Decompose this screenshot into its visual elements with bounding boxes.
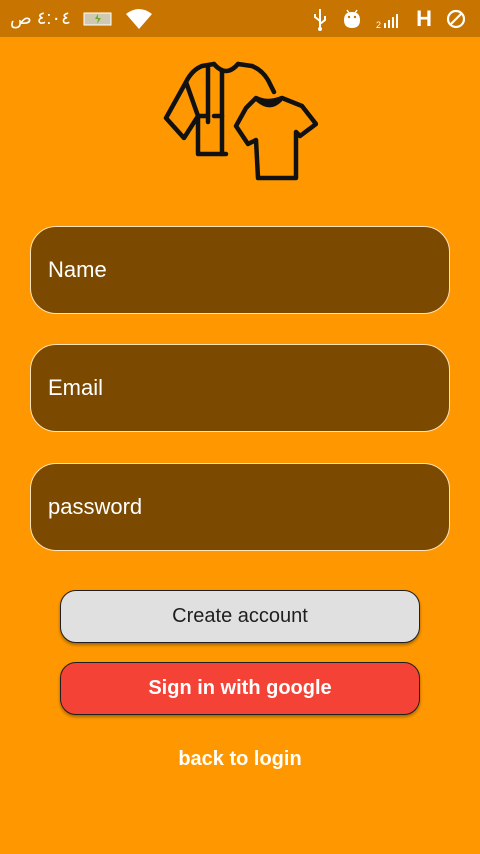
email-field[interactable]	[30, 344, 450, 432]
status-right: 2 H	[312, 0, 466, 37]
status-bar: ٤:٠٤ ص 2 H	[0, 0, 480, 37]
signal-label: 2	[376, 20, 381, 29]
network-type: H	[416, 5, 432, 31]
name-input[interactable]	[31, 227, 449, 313]
signal-icon: 2	[376, 13, 399, 29]
google-sign-in-button[interactable]: Sign in with google	[60, 662, 420, 715]
blocked-icon	[446, 9, 466, 28]
back-to-login-link[interactable]: back to login	[0, 748, 480, 771]
google-sign-in-label: Sign in with google	[148, 677, 332, 699]
status-time: ٤:٠٤ ص	[10, 8, 71, 28]
create-account-label: Create account	[172, 605, 308, 627]
password-field[interactable]	[30, 463, 450, 551]
clothing-icon	[163, 61, 318, 181]
wifi-icon	[125, 8, 152, 29]
usb-icon	[314, 8, 327, 31]
status-left: ٤:٠٤ ص	[10, 0, 153, 37]
android-debug-icon	[344, 9, 361, 28]
email-input[interactable]	[31, 345, 449, 431]
name-field[interactable]	[30, 226, 450, 314]
create-account-button[interactable]: Create account	[60, 590, 420, 643]
password-input[interactable]	[31, 464, 449, 550]
battery-icon	[83, 12, 112, 25]
